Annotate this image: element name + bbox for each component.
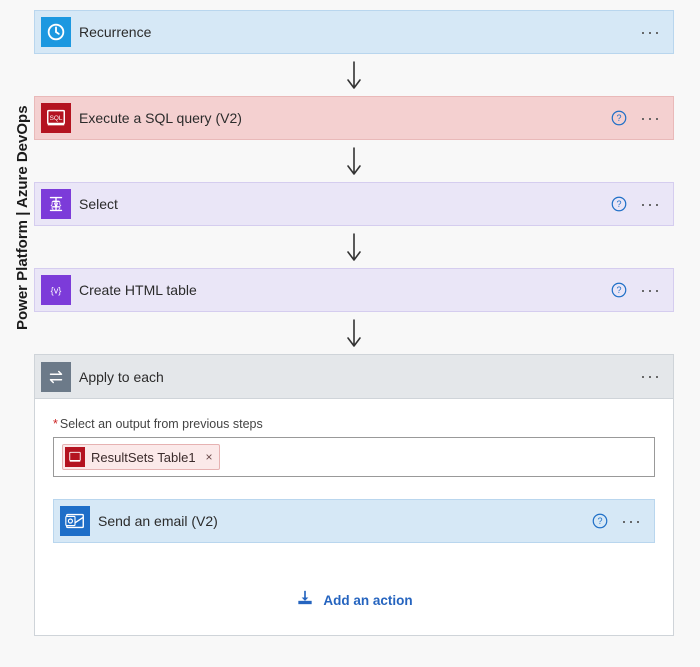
node-title: Send an email (V2) [98,513,591,529]
help-icon[interactable]: ? [610,109,628,127]
sql-icon [65,447,85,467]
node-send-email[interactable]: Send an email (V2) ? ··· [53,499,655,543]
node-title: Create HTML table [79,282,610,298]
loop-icon [41,362,71,392]
data-op-icon: {v} [41,189,71,219]
menu-icon[interactable]: ··· [640,111,661,125]
node-sql-query[interactable]: SQL Execute a SQL query (V2) ? ··· [34,96,674,140]
help-icon[interactable]: ? [591,512,609,530]
sql-icon: SQL [41,103,71,133]
node-recurrence[interactable]: Recurrence ··· [34,10,674,54]
sidebar-vertical-label: Power Platform | Azure DevOps [14,105,31,330]
add-action-label: Add an action [323,593,412,608]
foreach-input[interactable]: ResultSets Table1 × [53,437,655,477]
node-title: Apply to each [79,369,640,385]
clock-icon [41,17,71,47]
help-icon[interactable]: ? [610,281,628,299]
svg-text:?: ? [617,113,622,123]
add-action-button[interactable]: Add an action [53,579,655,615]
token-text: ResultSets Table1 [91,450,196,465]
svg-text:?: ? [617,285,622,295]
menu-icon[interactable]: ··· [640,283,661,297]
svg-text:SQL: SQL [50,115,63,122]
arrow-down-icon [28,54,680,96]
flow-canvas: Recurrence ··· SQL Execute a SQL query (… [28,0,680,636]
close-icon[interactable]: × [202,450,213,464]
menu-icon[interactable]: ··· [640,197,661,211]
arrow-down-icon [28,140,680,182]
svg-text:?: ? [617,199,622,209]
node-apply-to-each[interactable]: Apply to each ··· *Select an output from… [34,354,674,636]
node-select[interactable]: {v} Select ? ··· [34,182,674,226]
svg-text:{v}: {v} [51,286,62,296]
node-title: Execute a SQL query (V2) [79,110,610,126]
menu-icon[interactable]: ··· [640,369,661,383]
node-create-html-table[interactable]: {v} Create HTML table ? ··· [34,268,674,312]
node-title: Recurrence [79,24,640,40]
arrow-down-icon [28,226,680,268]
svg-text:{v}: {v} [51,200,62,210]
apply-body: *Select an output from previous steps Re… [35,399,673,635]
apply-header[interactable]: Apply to each ··· [35,355,673,399]
dynamic-token[interactable]: ResultSets Table1 × [62,444,220,470]
help-icon[interactable]: ? [610,195,628,213]
node-title: Select [79,196,610,212]
menu-icon[interactable]: ··· [640,25,661,39]
outlook-icon [60,506,90,536]
data-op-icon: {v} [41,275,71,305]
arrow-down-icon [28,312,680,354]
svg-text:?: ? [598,516,603,526]
add-step-icon [295,589,315,611]
foreach-field-label: *Select an output from previous steps [53,417,655,431]
menu-icon[interactable]: ··· [621,514,642,528]
